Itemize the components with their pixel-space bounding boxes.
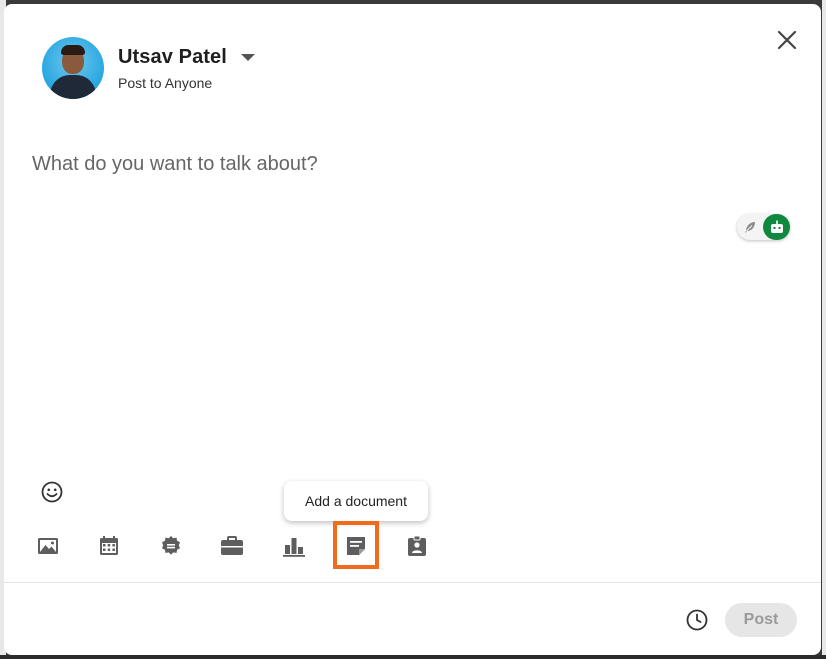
service-badge-icon <box>408 535 426 556</box>
calendar-icon <box>100 536 118 555</box>
assistant-toggle[interactable] <box>737 214 790 240</box>
post-button[interactable]: Post <box>725 603 797 637</box>
share-job-button[interactable] <box>218 532 246 560</box>
add-photo-button[interactable] <box>34 532 62 560</box>
bot-icon <box>763 214 790 240</box>
post-text-input[interactable] <box>32 144 792 184</box>
add-document-button[interactable] <box>342 532 370 560</box>
caret-down-icon <box>240 53 255 61</box>
author-selector[interactable]: Utsav Patel <box>118 46 255 69</box>
document-icon <box>347 537 365 555</box>
briefcase-icon <box>221 536 243 555</box>
page-backdrop-bottom <box>0 655 826 659</box>
clock-icon <box>686 609 708 631</box>
footer-divider <box>4 582 821 583</box>
offer-service-button[interactable] <box>403 532 431 560</box>
tooltip: Add a document <box>284 481 428 521</box>
post-author-header: Utsav Patel Post to Anyone <box>42 35 255 101</box>
feather-icon <box>737 214 763 240</box>
celebrate-button[interactable] <box>157 532 185 560</box>
close-icon <box>777 30 797 50</box>
close-button[interactable] <box>775 28 799 52</box>
smiley-icon <box>41 481 63 503</box>
celebrate-badge-icon <box>162 536 180 555</box>
photo-icon <box>38 538 58 554</box>
author-info: Utsav Patel Post to Anyone <box>118 46 255 91</box>
schedule-post-button[interactable] <box>685 608 709 632</box>
avatar <box>42 37 104 99</box>
create-event-button[interactable] <box>95 532 123 560</box>
poll-chart-icon <box>283 538 305 557</box>
emoji-button[interactable] <box>40 480 64 504</box>
author-name: Utsav Patel <box>118 45 227 68</box>
page-backdrop-right <box>822 0 826 659</box>
audience-label[interactable]: Post to Anyone <box>118 75 255 91</box>
create-poll-button[interactable] <box>280 532 308 560</box>
create-post-modal: Utsav Patel Post to Anyone What do you w… <box>4 4 821 655</box>
